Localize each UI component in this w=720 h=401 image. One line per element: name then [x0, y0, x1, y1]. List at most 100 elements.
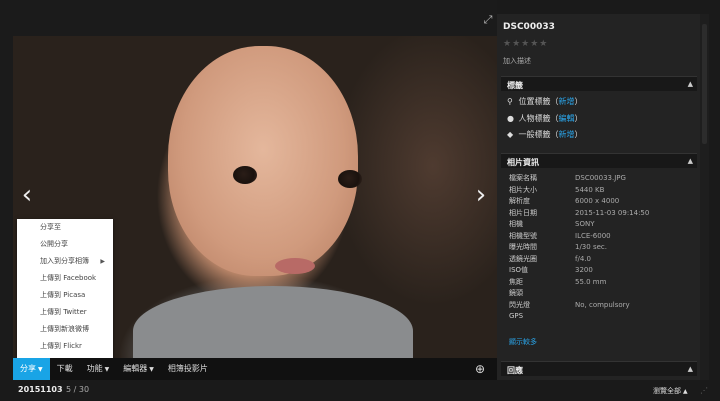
info-key: GPS [509, 312, 524, 320]
info-value: 1/30 sec. [575, 243, 607, 251]
chevron-up-icon[interactable]: ▲ [688, 80, 693, 88]
info-row: 檔案名稱 DSC00033.JPG [509, 173, 694, 185]
function-button[interactable]: 功能 ▼ [80, 358, 117, 380]
share-menu-item-twitter[interactable]: 上傳到 Twitter [17, 304, 113, 321]
info-row: 相機 SONY [509, 219, 694, 231]
info-value: ILCE-6000 [575, 231, 611, 240]
show-more-link[interactable]: 顯示較多 [509, 337, 537, 347]
add-general-tag-link[interactable]: 新增 [559, 130, 575, 139]
section-title: 回應 [507, 366, 523, 375]
info-panel: DSC00033 ★★★★★ 加入描述 標籤 ▲ ⚲ 位置標籤（新增） ● 人物… [497, 14, 700, 380]
photo-mouth [275, 258, 315, 274]
editor-button[interactable]: 編輯器 ▼ [116, 358, 161, 380]
photo-title: DSC00033 [503, 22, 555, 32]
resize-grip-icon[interactable]: ⋰ [700, 386, 708, 395]
function-button-label: 功能 [86, 364, 103, 373]
next-arrow-icon[interactable]: › [472, 180, 490, 210]
general-tag-label: 一般標籤（ [518, 130, 559, 139]
info-key: 曝光時間 [509, 243, 537, 251]
share-menu-item-add-to-shared-album[interactable]: 加入到分享相簿 ▶ [17, 253, 113, 270]
info-row: 解析度 6000 x 4000 [509, 196, 694, 208]
share-menu-item-weibo[interactable]: 上傳到新浪微博 [17, 321, 113, 338]
info-row: 相機型號 ILCE-6000 [509, 231, 694, 243]
info-value: 6000 x 4000 [575, 197, 620, 205]
location-tag-label: 位置標籤（ [518, 97, 559, 106]
photo-eye-left [233, 166, 257, 184]
bracket-close: ） [574, 114, 583, 123]
photo-counter: 5 / 30 [66, 385, 90, 394]
bracket-close: ） [574, 97, 583, 106]
editor-button-label: 編輯器 [123, 364, 148, 373]
info-row: 鏡頭 [509, 288, 694, 300]
bracket-close: ） [574, 130, 583, 139]
panel-scrollbar[interactable] [700, 14, 709, 380]
section-title: 標籤 [507, 81, 523, 90]
photo-info-table: 檔案名稱 DSC00033.JPG 相片大小 5440 KB 解析度 6000 x 4… [509, 173, 694, 323]
person-tag-label: 人物標籤（ [518, 114, 559, 123]
location-tag-row: ⚲ 位置標籤（新增） [507, 96, 583, 107]
section-title: 相片資訊 [507, 158, 539, 167]
photo-face [168, 46, 358, 276]
info-row: 相片日期 2015-11-03 09:14:50 [509, 208, 694, 220]
download-button[interactable]: 下載 [50, 358, 80, 380]
info-row: 曝光時間 1/30 sec. [509, 242, 694, 254]
info-row: ISO值 3200 [509, 265, 694, 277]
info-row: GPS [509, 311, 694, 323]
chevron-down-icon: ▼ [38, 366, 43, 373]
chevron-down-icon: ▼ [149, 366, 154, 373]
share-menu: 分享至 公開分享 加入到分享相簿 ▶ 上傳到 Facebook 上傳到 Pica… [17, 219, 113, 358]
info-key: 相機 [509, 220, 523, 228]
info-key: 閃光燈 [509, 300, 530, 309]
photo-viewer: ⤢ ‹ › 分享至 公開分享 加入到分享相簿 ▶ 上傳到 Facebook 上傳… [0, 0, 497, 401]
info-key: 透鏡光圈 [509, 254, 537, 263]
share-menu-item-picasa[interactable]: 上傳到 Picasa [17, 287, 113, 304]
chevron-up-icon[interactable]: ▲ [688, 365, 693, 373]
info-key: 檔案名稱 [509, 174, 537, 182]
photo-viewer-app: ⤢ ‹ › 分享至 公開分享 加入到分享相簿 ▶ 上傳到 Facebook 上傳… [0, 0, 720, 401]
info-key: ISO值 [509, 266, 529, 274]
info-value: 3200 [575, 266, 593, 274]
zoom-in-icon[interactable]: ⊕ [475, 362, 489, 376]
share-menu-item-share-to[interactable]: 分享至 [17, 219, 113, 236]
info-key: 相機型號 [509, 231, 537, 240]
album-date: 20151103 [18, 385, 63, 394]
info-row: 透鏡光圈 f/4.0 [509, 254, 694, 266]
share-button[interactable]: 分享 ▼ [13, 358, 50, 380]
tags-section-header[interactable]: 標籤 ▲ [501, 76, 697, 91]
photo-info-section-header[interactable]: 相片資訊 ▲ [501, 153, 697, 168]
expand-icon[interactable]: ⤢ [482, 14, 494, 26]
info-row: 焦距 55.0 mm [509, 277, 694, 289]
info-value: 55.0 mm [575, 277, 607, 286]
add-location-tag-link[interactable]: 新增 [559, 97, 575, 106]
info-row: 閃光燈 No, compulsory [509, 300, 694, 312]
photo-eye-right [338, 170, 362, 188]
browse-all-label: 瀏覽全部 [653, 387, 681, 395]
share-menu-item-label: 加入到分享相簿 [40, 257, 89, 265]
scrollbar-thumb[interactable] [702, 24, 707, 144]
location-pin-icon: ⚲ [507, 97, 513, 106]
info-value: 5440 KB [575, 185, 605, 194]
chevron-down-icon: ▼ [104, 366, 110, 373]
person-tag-row: ● 人物標籤（編輯） [507, 113, 583, 124]
info-key: 解析度 [509, 197, 530, 205]
share-button-label: 分享 [20, 364, 36, 373]
add-description-link[interactable]: 加入描述 [503, 56, 531, 66]
comments-section-header[interactable]: 回應 ▲ [501, 361, 697, 376]
chevron-up-icon[interactable]: ▲ [688, 157, 693, 165]
info-value: f/4.0 [575, 254, 591, 263]
slideshow-button[interactable]: 相簿投影片 [161, 358, 215, 380]
chevron-up-icon: ▲ [683, 388, 688, 395]
browse-all-button[interactable]: 瀏覽全部 ▲ [653, 386, 688, 396]
person-icon: ● [507, 114, 514, 123]
info-key: 焦距 [509, 277, 523, 286]
previous-arrow-icon[interactable]: ‹ [18, 180, 36, 210]
share-menu-item-flickr[interactable]: 上傳到 Flickr [17, 338, 113, 355]
share-menu-item-facebook[interactable]: 上傳到 Facebook [17, 270, 113, 287]
info-row: 相片大小 5440 KB [509, 185, 694, 197]
star-rating[interactable]: ★★★★★ [503, 39, 548, 49]
photo-shirt [133, 286, 413, 358]
edit-person-tag-link[interactable]: 編輯 [559, 114, 575, 123]
share-menu-item-public-share[interactable]: 公開分享 [17, 236, 113, 253]
general-tag-row: ◆ 一般標籤（新增） [507, 129, 583, 140]
info-value: SONY [575, 220, 595, 228]
